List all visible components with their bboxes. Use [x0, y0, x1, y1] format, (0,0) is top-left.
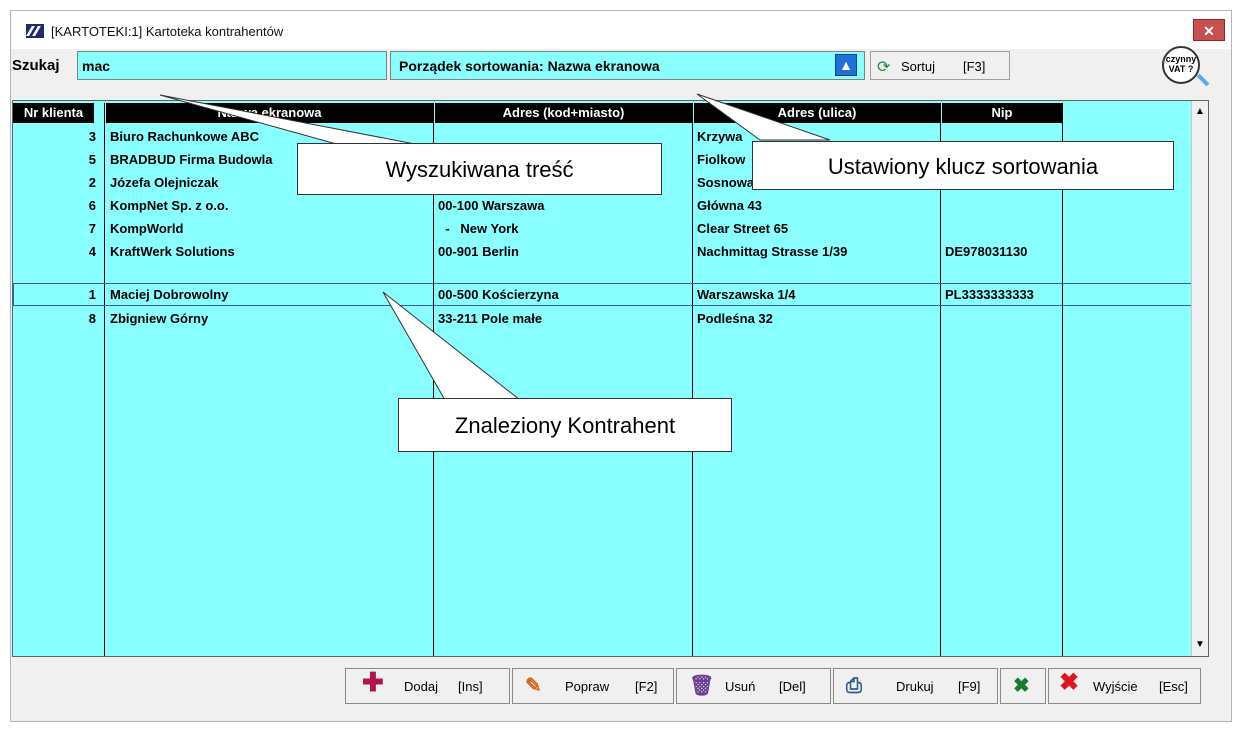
- table-row[interactable]: 8 Zbigniew Górny 33-211 Pole małe Podleś…: [13, 307, 1193, 330]
- window-title: [KARTOTEKI:1] Kartoteka kontrahentów: [51, 24, 284, 39]
- table-row[interactable]: 7 KompWorld - New York Clear Street 65: [13, 217, 1193, 240]
- magnifier-handle-icon: [1196, 73, 1210, 87]
- header-nip[interactable]: Nip: [942, 103, 1062, 123]
- cell-nazwa: KompNet Sp. z o.o.: [110, 198, 229, 213]
- delete-button-key: [Del]: [779, 679, 806, 694]
- cell-nip: PL3333333333: [945, 287, 1034, 302]
- close-button[interactable]: ✕: [1193, 19, 1225, 41]
- delete-button[interactable]: 🗑 Usuń [Del]: [676, 668, 831, 704]
- refresh-icon: ⟳: [877, 59, 891, 76]
- sort-order-field: Porządek sortowania: Nazwa ekranowa: [390, 51, 865, 80]
- cell-adres: 00-901 Berlin: [438, 244, 519, 259]
- cell-ulica: Podleśna 32: [697, 311, 773, 326]
- vat-label-line2: VAT ?: [1168, 64, 1194, 74]
- table-row[interactable]: 4 KraftWerk Solutions 00-901 Berlin Nach…: [13, 240, 1193, 263]
- vertical-scrollbar[interactable]: ▲ ▼: [1191, 101, 1208, 656]
- scroll-up-arrow-icon[interactable]: ▲: [1194, 105, 1206, 119]
- header-adres-kod-miasto[interactable]: Adres (kod+miasto): [435, 103, 692, 123]
- cell-adres: 33-211 Pole małe: [438, 311, 543, 326]
- search-label: Szukaj: [12, 57, 60, 74]
- printer-icon: ⎙: [846, 675, 862, 697]
- cell-nip: DE978031130: [945, 244, 1028, 259]
- title-bar: [KARTOTEKI:1] Kartoteka kontrahentów ✕: [11, 11, 1231, 49]
- edit-button[interactable]: ✎ Popraw [F2]: [512, 668, 674, 704]
- cell-adres: - New York: [438, 221, 519, 236]
- app-logo-icon: [26, 24, 44, 38]
- exit-button-label: Wyjście: [1093, 679, 1138, 694]
- edit-button-key: [F2]: [635, 679, 658, 694]
- plus-icon: ✚: [362, 667, 384, 697]
- cell-nr: 4: [88, 244, 96, 259]
- cell-nr: 8: [88, 311, 96, 326]
- cell-adres: 00-100 Warszawa: [438, 198, 545, 213]
- cell-nr: 1: [88, 287, 96, 302]
- trash-icon: 🗑: [689, 675, 715, 697]
- cell-nazwa: KompWorld: [110, 221, 184, 236]
- sort-callout: Ustawiony klucz sortowania: [752, 141, 1174, 190]
- scroll-down-arrow-icon[interactable]: ▼: [1194, 638, 1206, 652]
- add-button-key: [Ins]: [458, 679, 483, 694]
- search-callout: Wyszukiwana treść: [297, 143, 662, 195]
- cell-ulica: Główna 43: [697, 198, 763, 213]
- print-button[interactable]: ⎙ Drukuj [F9]: [833, 668, 998, 704]
- print-button-label: Drukuj: [896, 679, 934, 694]
- vat-magnifier-icon: czynny VAT ?: [1162, 46, 1200, 84]
- sort-button[interactable]: ⟳ Sortuj [F3]: [870, 51, 1010, 80]
- cell-nr: 3: [88, 129, 96, 144]
- add-button[interactable]: ✚ Dodaj [Ins]: [345, 668, 510, 704]
- cell-nip: [945, 307, 1060, 330]
- cell-ulica: Clear Street 65: [697, 221, 789, 236]
- cell-nazwa: Maciej Dobrowolny: [110, 287, 229, 302]
- header-nr-klienta[interactable]: Nr klienta: [13, 103, 94, 123]
- delete-button-label: Usuń: [725, 679, 756, 694]
- cell-nip: [945, 217, 1060, 240]
- cell-adres: 00-500 Kościerzyna: [438, 287, 559, 302]
- table-row-selected[interactable]: 1 Maciej Dobrowolny 00-500 Kościerzyna W…: [13, 283, 1193, 306]
- pencil-icon: ✎: [525, 675, 542, 697]
- close-x-icon: ✖: [1059, 669, 1080, 696]
- cell-nip: [945, 194, 1060, 217]
- exit-button[interactable]: ✖ Wyjście [Esc]: [1048, 668, 1201, 704]
- cell-nr: 2: [88, 175, 96, 190]
- cell-nazwa: KraftWerk Solutions: [110, 244, 235, 259]
- exit-button-key: [Esc]: [1159, 679, 1188, 694]
- print-button-key: [F9]: [958, 679, 981, 694]
- cell-ulica: Warszawska 1/4: [697, 287, 796, 302]
- excel-icon: ✖: [1013, 675, 1030, 697]
- header-adres-ulica[interactable]: Adres (ulica): [694, 103, 940, 123]
- cell-ulica: Nachmittag Strasse 1/39: [697, 244, 848, 259]
- vat-label-line1: czynny: [1165, 54, 1197, 64]
- header-nazwa-ekranowa[interactable]: Nazwa ekranowa: [106, 103, 433, 123]
- cell-nazwa: Zbigniew Górny: [110, 311, 209, 326]
- sort-button-key: [F3]: [963, 59, 986, 74]
- cell-nr: 6: [88, 198, 96, 213]
- sort-button-label: Sortuj: [901, 59, 935, 74]
- vat-check-button[interactable]: czynny VAT ?: [1160, 44, 1212, 90]
- cell-nr: 5: [88, 152, 96, 167]
- table-row[interactable]: 6 KompNet Sp. z o.o. 00-100 Warszawa Głó…: [13, 194, 1193, 217]
- add-button-label: Dodaj: [404, 679, 438, 694]
- excel-export-button[interactable]: ✖: [1000, 668, 1046, 704]
- found-callout: Znaleziony Kontrahent: [398, 398, 732, 452]
- search-input[interactable]: [77, 51, 387, 80]
- cell-nr: 7: [88, 221, 96, 236]
- edit-button-label: Popraw: [565, 679, 610, 694]
- sort-direction-icon[interactable]: ▲: [835, 54, 857, 76]
